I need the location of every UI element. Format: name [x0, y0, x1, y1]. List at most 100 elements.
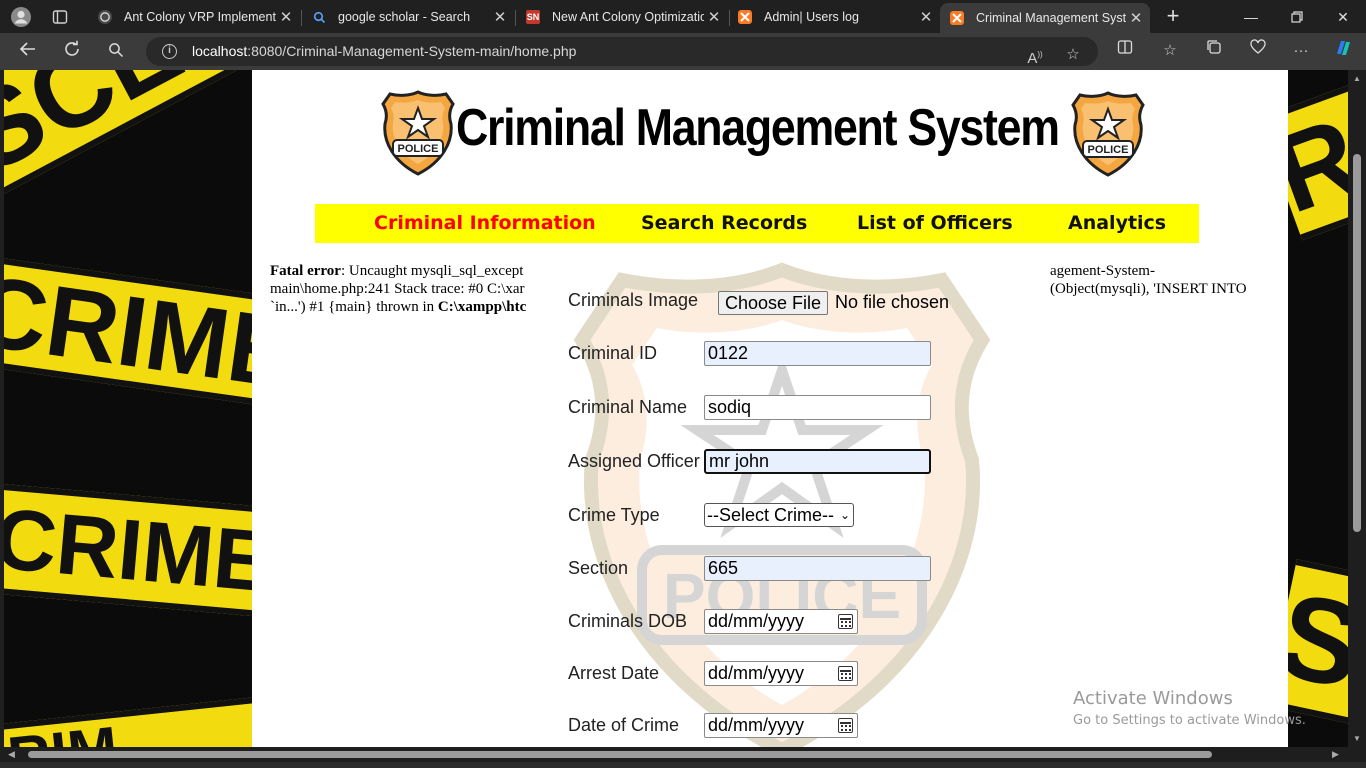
url-host: localhost: [192, 43, 248, 59]
horizontal-scroll-thumb[interactable]: [28, 751, 1212, 758]
tab-google-scholar[interactable]: google scholar - Search ✕: [302, 3, 514, 31]
criminal-name-label: Criminal Name: [568, 397, 688, 417]
activate-windows-watermark: Activate Windows Go to Settings to activ…: [1073, 688, 1306, 728]
tab-admin-users-log[interactable]: Admin| Users log ✕: [728, 3, 940, 31]
tab-title: Admin| Users log: [764, 10, 859, 24]
scroll-right-icon[interactable]: ▶: [1332, 749, 1339, 760]
date-of-crime-input[interactable]: dd/mm/yyyy: [704, 713, 858, 738]
fatal-error-message: Fatal error: Uncaught mysqli_sql_except …: [270, 263, 527, 315]
vertical-scroll-thumb[interactable]: [1353, 154, 1361, 532]
assigned-officer-input[interactable]: [704, 449, 931, 474]
close-tab-icon[interactable]: ✕: [916, 8, 936, 26]
calendar-icon[interactable]: [838, 614, 853, 629]
search-icon: [312, 10, 326, 24]
calendar-icon[interactable]: [838, 718, 853, 733]
police-badge-icon: POLICE: [381, 90, 455, 176]
form-row-section: Section: [568, 556, 1008, 584]
search-icon[interactable]: [102, 38, 130, 66]
criminals-dob-label: Criminals DOB: [568, 611, 688, 631]
criminal-id-label: Criminal ID: [568, 343, 658, 363]
page-viewport: SCEN CRIME CRIME SC CRIM RIM S POLICE PO…: [4, 70, 1348, 747]
split-screen-icon[interactable]: [1112, 38, 1138, 64]
site-info-icon[interactable]: i: [162, 44, 177, 59]
scroll-left-icon[interactable]: ◀: [8, 749, 15, 760]
tab-actions-icon[interactable]: [47, 4, 73, 30]
browser-tab-bar: Ant Colony VRP Implementa ✕ google schol…: [0, 0, 1366, 33]
profile-avatar-icon[interactable]: [8, 4, 34, 30]
assigned-officer-label: Assigned Officer: [568, 451, 700, 471]
scroll-down-icon[interactable]: ▼: [1352, 734, 1362, 743]
section-label: Section: [568, 558, 629, 578]
copilot-icon[interactable]: [1330, 38, 1356, 64]
tab-criminal-management[interactable]: Criminal Management Syste ✕: [940, 3, 1150, 33]
arrest-date-label: Arrest Date: [568, 663, 660, 683]
tab-title: Criminal Management Syste: [976, 11, 1126, 25]
nav-search-records[interactable]: Search Records: [641, 204, 807, 243]
back-arrow-icon[interactable]: [14, 38, 42, 66]
read-aloud-icon[interactable]: A)): [1022, 42, 1048, 68]
close-window-icon[interactable]: ✕: [1320, 4, 1366, 30]
tab-title: New Ant Colony Optimizatio: [552, 10, 704, 24]
crime-type-label: Crime Type: [568, 505, 660, 525]
close-tab-icon[interactable]: ✕: [276, 8, 296, 26]
form-row-criminal-name: Criminal Name: [568, 395, 1008, 423]
favorite-star-icon[interactable]: ☆: [1060, 42, 1086, 68]
xampp-icon: [738, 10, 752, 24]
svg-text:POLICE: POLICE: [1088, 144, 1129, 156]
nav-list-of-officers[interactable]: List of Officers: [857, 204, 1013, 243]
page-container: POLICE POLICE Criminal Management System…: [252, 70, 1288, 747]
tab-title: google scholar - Search: [338, 10, 471, 24]
address-bar[interactable]: i localhost:8080/Criminal-Management-Sys…: [146, 37, 1098, 68]
form-row-assigned-officer: Assigned Officer: [568, 449, 1008, 477]
chatgpt-icon: [98, 10, 112, 24]
browser-essentials-icon[interactable]: [1245, 38, 1271, 64]
scroll-up-icon[interactable]: ▲: [1352, 74, 1362, 83]
xampp-icon: [950, 11, 964, 25]
favorites-icon[interactable]: ☆: [1157, 38, 1183, 64]
criminals-image-label: Criminals Image: [568, 290, 699, 310]
form-row-arrest-date: Arrest Date dd/mm/yyyy: [568, 661, 1008, 689]
tab-new-ant-colony[interactable]: SN New Ant Colony Optimizatio ✕: [516, 3, 728, 31]
minimize-icon[interactable]: —: [1228, 4, 1274, 30]
close-tab-icon[interactable]: ✕: [1126, 9, 1146, 27]
criminal-id-input[interactable]: [704, 341, 931, 366]
vertical-scrollbar[interactable]: ▲ ▼: [1348, 70, 1366, 747]
calendar-icon[interactable]: [838, 666, 853, 681]
close-tab-icon[interactable]: ✕: [490, 8, 510, 26]
crime-type-selected: --Select Crime--: [707, 505, 835, 525]
horizontal-scrollbar[interactable]: ◀ ▶: [0, 747, 1366, 762]
more-options-icon[interactable]: ···: [1288, 38, 1314, 64]
collections-icon[interactable]: [1201, 38, 1227, 64]
site-header: POLICE Criminal Management System POLICE: [252, 88, 1288, 178]
url-path: :8080/Criminal-Management-System-main/ho…: [247, 43, 577, 59]
site-title: Criminal Management System: [456, 99, 1060, 157]
fatal-error-message-continued: agement-System- (Object(mysqli), 'INSERT…: [1050, 263, 1247, 297]
form-row-image: Criminals Image Choose File No file chos…: [568, 288, 1008, 316]
refresh-icon[interactable]: [58, 38, 86, 66]
close-tab-icon[interactable]: ✕: [704, 8, 724, 26]
form-row-crime-type: Crime Type --Select Crime-- ⌄: [568, 503, 1008, 531]
main-nav: Criminal Information Search Records List…: [315, 204, 1199, 243]
form-row-dob: Criminals DOB dd/mm/yyyy: [568, 609, 1008, 637]
arrest-date-input[interactable]: dd/mm/yyyy: [704, 661, 858, 686]
tab-ant-colony-vrp[interactable]: Ant Colony VRP Implementa ✕: [88, 3, 300, 31]
crime-type-select[interactable]: --Select Crime-- ⌄: [704, 503, 854, 527]
nav-analytics[interactable]: Analytics: [1068, 204, 1166, 243]
file-status: No file chosen: [835, 292, 950, 312]
chevron-down-icon: ⌄: [839, 508, 850, 522]
new-tab-button[interactable]: +: [1160, 4, 1186, 30]
svg-text:POLICE: POLICE: [398, 143, 439, 155]
choose-file-button[interactable]: Choose File: [718, 291, 829, 315]
browser-toolbar: i localhost:8080/Criminal-Management-Sys…: [0, 33, 1366, 70]
restore-icon[interactable]: [1274, 4, 1320, 30]
springer-nature-icon: SN: [526, 10, 540, 24]
nav-criminal-information[interactable]: Criminal Information: [374, 204, 596, 243]
tab-title: Ant Colony VRP Implementa: [124, 10, 276, 24]
date-of-crime-label: Date of Crime: [568, 715, 680, 735]
form-row-date-of-crime: Date of Crime dd/mm/yyyy: [568, 713, 1008, 741]
bottom-strip: [0, 762, 1366, 768]
form-row-criminal-id: Criminal ID: [568, 341, 1008, 369]
section-input[interactable]: [704, 556, 931, 581]
criminal-name-input[interactable]: [704, 395, 931, 420]
criminals-dob-input[interactable]: dd/mm/yyyy: [704, 609, 858, 634]
